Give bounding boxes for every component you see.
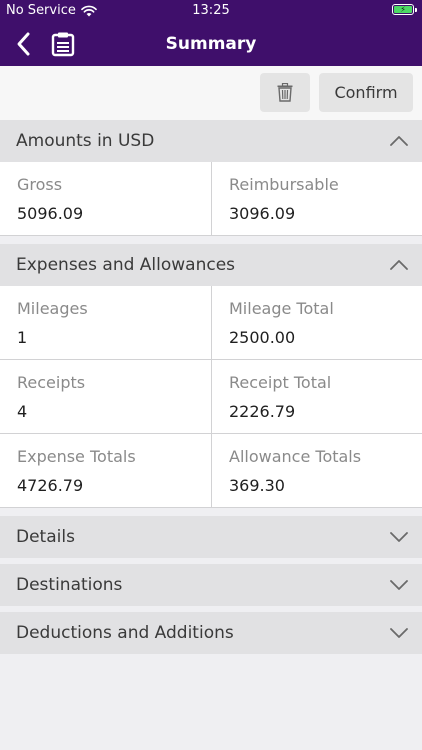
page-title: Summary [165,34,257,54]
battery-icon: ⚡ [392,4,417,15]
chevron-down-icon [390,580,408,590]
mileage-total-value: 2500.00 [229,328,296,347]
totals-row: Expense Totals 4726.79 Allowance Totals … [0,434,422,508]
allowance-totals-label: Allowance Totals [229,447,362,466]
mileage-total-label: Mileage Total [229,299,334,318]
section-title-expenses: Expenses and Allowances [16,255,236,275]
mileages-label: Mileages [17,299,88,318]
receipt-total-value: 2226.79 [229,402,296,421]
gross-label: Gross [17,175,63,194]
reimbursable-cell: Reimbursable 3096.09 [211,162,421,235]
expenses-grid: Mileages 1 Mileage Total 2500.00 Receipt… [0,286,422,508]
receipts-label: Receipts [17,373,86,392]
gross-cell: Gross 5096.09 [0,162,210,235]
section-title-amounts: Amounts in USD [16,131,155,151]
battery-charging-glyph: ⚡ [394,6,412,14]
allowance-totals-cell: Allowance Totals 369.30 [211,434,421,507]
expense-totals-cell: Expense Totals 4726.79 [0,434,210,507]
chevron-down-icon [390,628,408,638]
amounts-row: Gross 5096.09 Reimbursable 3096.09 [0,162,422,236]
section-header-deductions[interactable]: Deductions and Additions [0,612,422,654]
status-bar: No Service 13:25 ⚡ [0,0,422,22]
receipt-row: Receipts 4 Receipt Total 2226.79 [0,360,422,434]
receipts-cell: Receipts 4 [0,360,210,433]
receipts-value: 4 [17,402,28,421]
chevron-up-icon [390,136,408,146]
mileages-cell: Mileages 1 [0,286,210,359]
receipt-total-label: Receipt Total [229,373,332,392]
chevron-down-icon [390,532,408,542]
toolbar: Confirm [0,66,422,120]
section-title-destinations: Destinations [16,575,123,595]
mileage-total-cell: Mileage Total 2500.00 [211,286,421,359]
top-bar: No Service 13:25 ⚡ Summary [0,0,422,66]
section-title-deductions: Deductions and Additions [16,623,234,643]
section-header-expenses[interactable]: Expenses and Allowances [0,244,422,286]
chevron-up-icon [390,260,408,270]
navigation-bar: Summary [0,22,422,66]
amounts-grid: Gross 5096.09 Reimbursable 3096.09 [0,162,422,236]
delete-button[interactable] [260,73,310,112]
allowance-totals-value: 369.30 [229,476,285,495]
receipt-total-cell: Receipt Total 2226.79 [211,360,421,433]
section-header-amounts[interactable]: Amounts in USD [0,120,422,162]
section-header-destinations[interactable]: Destinations [0,564,422,606]
section-title-details: Details [16,527,75,547]
expense-totals-label: Expense Totals [17,447,136,466]
status-time: 13:25 [192,3,230,18]
expense-totals-value: 4726.79 [17,476,84,495]
section-header-details[interactable]: Details [0,516,422,558]
confirm-button[interactable]: Confirm [319,73,413,112]
mileages-value: 1 [17,328,28,347]
reimbursable-label: Reimbursable [229,175,339,194]
mileage-row: Mileages 1 Mileage Total 2500.00 [0,286,422,360]
gross-value: 5096.09 [17,204,84,223]
trash-icon [277,83,293,102]
reimbursable-value: 3096.09 [229,204,296,223]
